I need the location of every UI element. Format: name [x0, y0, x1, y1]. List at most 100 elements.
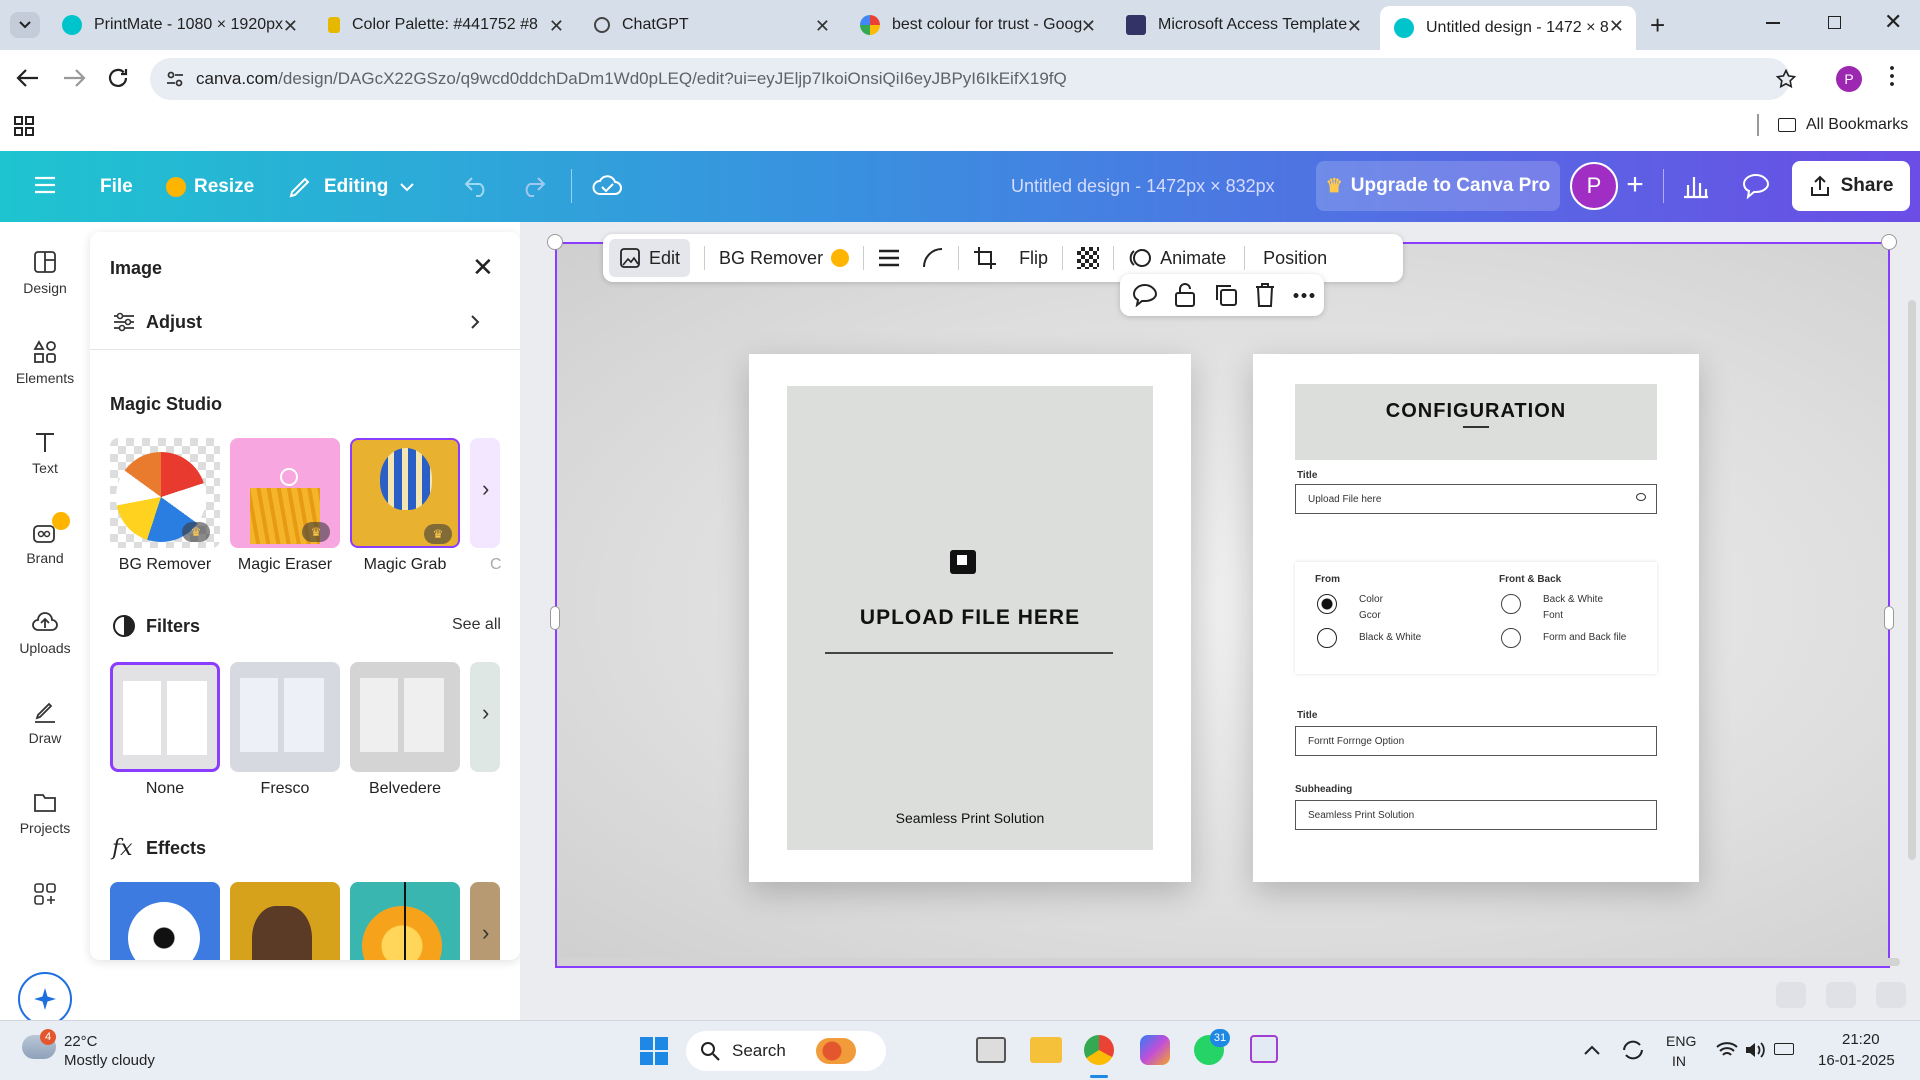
close-icon[interactable]: ✕	[1609, 16, 1624, 37]
subheading-field[interactable]: Seamless Print Solution	[1295, 800, 1657, 830]
reload-icon[interactable]	[106, 66, 130, 90]
effect-thumb-orange[interactable]	[350, 882, 460, 960]
filters-see-all[interactable]: See all	[452, 616, 501, 634]
minimize-button[interactable]	[1766, 22, 1780, 24]
redo-icon[interactable]	[520, 175, 546, 197]
corner-rounding-icon[interactable]	[922, 247, 944, 269]
rail-brand[interactable]: Brand	[0, 512, 90, 566]
rail-draw[interactable]: Draw	[0, 700, 90, 746]
effect-thumb-portrait[interactable]	[230, 882, 340, 960]
apps-grid-icon[interactable]	[14, 116, 34, 136]
radio-unselected[interactable]	[1317, 628, 1337, 648]
language-bottom[interactable]: IN	[1672, 1053, 1686, 1069]
notes-button[interactable]	[1776, 982, 1806, 1008]
rail-elements[interactable]: Elements	[0, 340, 90, 386]
comments-icon[interactable]	[1742, 173, 1770, 199]
border-style-icon[interactable]	[878, 248, 900, 268]
trash-icon[interactable]	[1254, 282, 1276, 308]
browser-menu-icon[interactable]	[1890, 64, 1894, 86]
editing-mode-button[interactable]: Editing	[288, 151, 415, 222]
resize-handle[interactable]	[1881, 234, 1897, 250]
new-tab-button[interactable]: +	[1650, 10, 1665, 41]
rail-uploads[interactable]: Uploads	[0, 610, 90, 656]
design-title[interactable]: Untitled design - 1472px × 832px	[1011, 176, 1275, 197]
tab-untitled-design[interactable]: Untitled design - 1472 × 8 ✕	[1380, 6, 1636, 50]
restore-button[interactable]	[1828, 16, 1841, 29]
wifi-icon[interactable]	[1716, 1041, 1738, 1059]
magic-assistant-button[interactable]	[18, 972, 72, 1026]
selected-background-image[interactable]: UPLOAD FILE HERE Seamless Print Solution…	[555, 242, 1890, 968]
bookmark-star-icon[interactable]	[1776, 69, 1796, 89]
forward-arrow-icon[interactable]	[62, 68, 86, 88]
filter-belvedere-thumb[interactable]	[350, 662, 460, 772]
weather-desc[interactable]: Mostly cloudy	[64, 1052, 155, 1069]
taskbar-search[interactable]: Search	[686, 1031, 886, 1071]
windows-start-icon[interactable]	[640, 1037, 668, 1065]
close-icon[interactable]: ✕	[1081, 16, 1096, 37]
left-design-card[interactable]: UPLOAD FILE HERE Seamless Print Solution	[749, 354, 1191, 882]
scroll-right-icon[interactable]: ›	[482, 700, 489, 726]
upgrade-button[interactable]: ♛ Upgrade to Canva Pro	[1316, 161, 1560, 211]
tab-chatgpt[interactable]: ChatGPT ✕	[580, 6, 842, 44]
chrome-icon[interactable]	[1084, 1035, 1114, 1065]
back-arrow-icon[interactable]	[16, 68, 40, 88]
share-button[interactable]: Share	[1792, 161, 1910, 211]
rail-projects[interactable]: Projects	[0, 790, 90, 836]
chevron-up-icon[interactable]	[1584, 1045, 1600, 1055]
volume-icon[interactable]	[1744, 1041, 1766, 1059]
hamburger-menu-icon[interactable]	[34, 176, 56, 194]
add-collaborator-button[interactable]: +	[1620, 170, 1650, 201]
cloud-saved-icon[interactable]	[592, 173, 622, 197]
battery-icon[interactable]	[1774, 1043, 1794, 1055]
file-menu[interactable]: File	[100, 151, 133, 222]
resize-button[interactable]: Resize	[166, 151, 254, 222]
bg-remover-thumb[interactable]: ♛	[110, 438, 220, 548]
browser-profile-avatar[interactable]: P	[1836, 66, 1862, 92]
more-options-icon[interactable]	[1292, 293, 1316, 298]
edit-button[interactable]: Edit	[609, 239, 691, 277]
radio-selected[interactable]	[1317, 594, 1337, 614]
canvas-h-scrollbar[interactable]	[560, 958, 1900, 966]
canvas-v-scrollbar[interactable]	[1908, 300, 1916, 860]
rail-apps[interactable]	[0, 882, 90, 912]
close-icon[interactable]: ✕	[815, 16, 830, 37]
all-bookmarks[interactable]: All Bookmarks	[1806, 116, 1908, 134]
filter-fresco-thumb[interactable]	[230, 662, 340, 772]
user-avatar[interactable]: P	[1570, 162, 1618, 210]
magic-eraser-thumb[interactable]: ♛	[230, 438, 340, 548]
tab-google-search[interactable]: best colour for trust - Goog ✕	[846, 6, 1108, 44]
position-button[interactable]: Position	[1263, 248, 1327, 269]
animate-button[interactable]: Animate	[1128, 246, 1226, 270]
radio-unselected[interactable]	[1501, 594, 1521, 614]
weather-temp[interactable]: 22°C	[64, 1033, 98, 1050]
fullscreen-button[interactable]	[1876, 982, 1906, 1008]
right-design-card[interactable]: CONFIGURATION Title Upload File here Fro…	[1253, 354, 1699, 882]
insights-chart-icon[interactable]	[1682, 173, 1710, 199]
clock-date[interactable]: 16-01-2025	[1818, 1052, 1895, 1069]
clock-time[interactable]: 21:20	[1842, 1031, 1880, 1048]
resize-handle[interactable]	[550, 606, 560, 630]
crop-icon[interactable]	[973, 246, 997, 270]
format-option-field[interactable]: Forntt Forrnge Option	[1295, 726, 1657, 756]
magic-grab-thumb[interactable]: ♛	[350, 438, 460, 548]
sync-icon[interactable]	[1620, 1037, 1646, 1063]
copilot-icon[interactable]	[1140, 1035, 1170, 1065]
tab-access-template[interactable]: Microsoft Access Template ✕	[1112, 6, 1374, 44]
url-field[interactable]: canva.com/design/DAGcX22GSzo/q9wcd0ddchD…	[150, 58, 1796, 100]
close-icon[interactable]: ✕	[1347, 16, 1362, 37]
scroll-right-icon[interactable]: ›	[482, 920, 489, 946]
filter-none-thumb[interactable]	[110, 662, 220, 772]
flip-button[interactable]: Flip	[1019, 248, 1048, 269]
bg-remover-button[interactable]: BG Remover	[719, 248, 850, 269]
language-top[interactable]: ENG	[1666, 1033, 1696, 1049]
effect-thumb-ball[interactable]	[110, 882, 220, 960]
tab-color-palette[interactable]: Color Palette: #441752 #8 ✕	[314, 6, 576, 44]
close-window-button[interactable]: ✕	[1884, 9, 1902, 35]
task-view-icon[interactable]	[976, 1037, 1006, 1063]
file-explorer-icon[interactable]	[1030, 1037, 1062, 1063]
resize-handle[interactable]	[547, 234, 563, 250]
upload-box[interactable]: UPLOAD FILE HERE Seamless Print Solution	[787, 386, 1153, 850]
page-view-button[interactable]	[1826, 982, 1856, 1008]
comment-add-icon[interactable]	[1132, 283, 1158, 307]
tab-printmate[interactable]: PrintMate - 1080 × 1920px ✕	[48, 6, 310, 44]
